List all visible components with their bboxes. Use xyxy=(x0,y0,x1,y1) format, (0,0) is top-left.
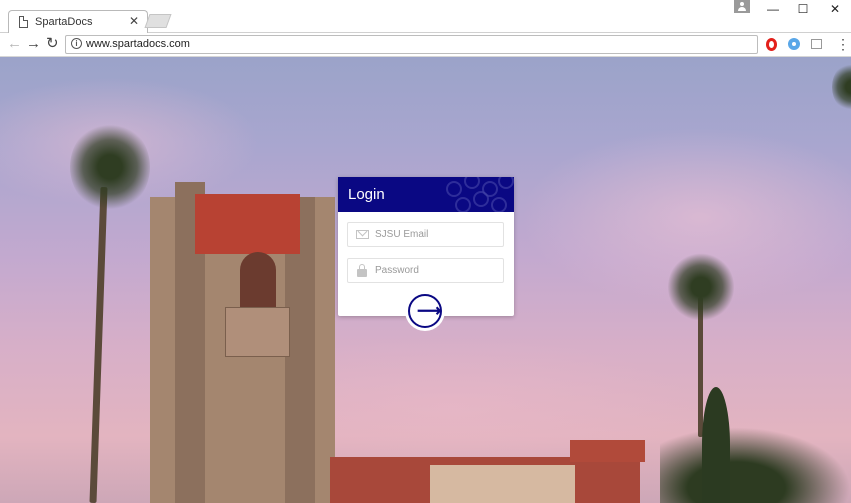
email-field[interactable] xyxy=(347,222,504,247)
forward-button[interactable]: → xyxy=(26,36,41,52)
palm-fronds xyxy=(668,252,734,322)
reload-button[interactable]: ↻ xyxy=(46,36,59,52)
mail-icon xyxy=(356,230,369,239)
tab-title: SpartaDocs xyxy=(35,16,93,28)
tower-balcony xyxy=(225,307,290,357)
login-submit-button[interactable]: ⟶ xyxy=(408,294,442,328)
back-button[interactable]: ← xyxy=(7,36,22,52)
email-input[interactable] xyxy=(375,223,499,246)
cast-icon[interactable] xyxy=(811,39,822,49)
browser-titlebar: SpartaDocs ✕ — ☐ ✕ xyxy=(0,0,851,34)
hexagon-pattern xyxy=(491,197,507,212)
palm-fronds xyxy=(70,122,150,212)
document-icon xyxy=(19,16,28,28)
extension-icon[interactable] xyxy=(788,38,800,50)
trees xyxy=(660,427,851,503)
password-field[interactable] xyxy=(347,258,504,283)
tower-roof xyxy=(195,194,300,254)
hexagon-pattern xyxy=(498,177,514,189)
login-header: Login xyxy=(338,177,514,212)
new-tab-button[interactable] xyxy=(144,14,172,28)
browser-toolbar: ← → ↻ i www.spartadocs.com ⋮ xyxy=(0,33,851,57)
opera-extension-icon[interactable] xyxy=(766,38,777,51)
minimize-button[interactable]: — xyxy=(762,2,784,16)
url-text[interactable]: www.spartadocs.com xyxy=(86,38,190,50)
hexagon-pattern xyxy=(464,177,480,189)
browser-tab[interactable]: SpartaDocs ✕ xyxy=(8,10,148,34)
cypress-tree xyxy=(702,387,730,503)
maximize-button[interactable]: ☐ xyxy=(792,2,814,16)
page-background: Login ⟶ xyxy=(0,57,851,503)
hexagon-pattern xyxy=(455,197,471,212)
browser-menu-icon[interactable]: ⋮ xyxy=(836,36,850,52)
profile-icon[interactable] xyxy=(734,0,750,13)
tab-close-icon[interactable]: ✕ xyxy=(129,14,139,28)
building-roof xyxy=(570,440,645,462)
lock-icon xyxy=(357,264,367,277)
password-input[interactable] xyxy=(375,259,499,282)
login-title: Login xyxy=(348,186,385,203)
arrow-right-icon: ⟶ xyxy=(417,301,442,320)
tower-window xyxy=(240,252,276,307)
hexagon-pattern xyxy=(473,191,489,207)
building-wall xyxy=(430,465,575,503)
info-icon[interactable]: i xyxy=(71,38,82,49)
palm-fronds xyxy=(832,62,851,112)
palm-trunk xyxy=(89,186,108,503)
close-window-button[interactable]: ✕ xyxy=(824,2,846,16)
address-bar[interactable]: i www.spartadocs.com xyxy=(65,35,758,54)
hexagon-pattern xyxy=(446,181,462,197)
